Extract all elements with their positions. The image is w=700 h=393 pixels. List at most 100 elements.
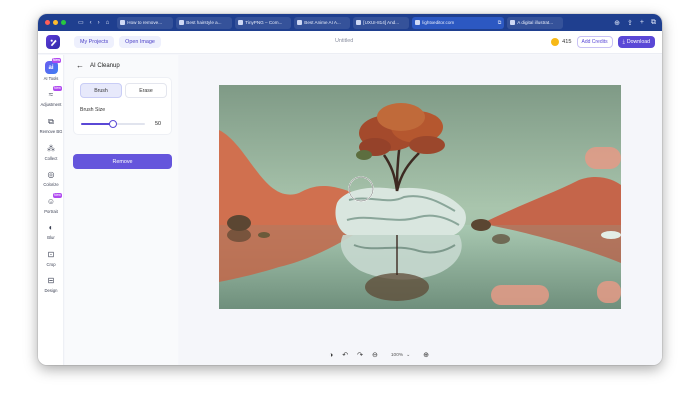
rail-item-design[interactable]: ⊟ Design [38, 275, 64, 293]
brush-tab[interactable]: Brush [80, 83, 122, 98]
portrait-icon: ☺ New [46, 193, 63, 206]
zoom-out-icon[interactable]: ⊖ [372, 351, 378, 359]
new-badge: New [52, 193, 63, 198]
minimize-window-button[interactable] [53, 20, 58, 25]
adjustment-icon: ≈ New [48, 86, 63, 99]
close-window-button[interactable] [45, 20, 50, 25]
maximize-window-button[interactable] [61, 20, 66, 25]
back-arrow-icon[interactable]: ← [76, 61, 84, 70]
browser-tab[interactable]: How to remove... [117, 16, 174, 29]
browser-tab[interactable]: [UXUI-814] And... [353, 16, 410, 29]
rail-item-label: Crop [46, 262, 56, 267]
brush-settings-card: Brush Erase Brush Size 50 [73, 77, 172, 135]
credits-value: 415 [562, 39, 572, 45]
browser-tab[interactable]: A digital illustrat... [507, 16, 564, 29]
rail-item-colorize[interactable]: ◎ Colorize [38, 169, 64, 187]
edited-image[interactable] [219, 85, 621, 309]
rail-item-remove-bg[interactable]: ⧉ Remove BG [38, 116, 64, 135]
new-badge: New [52, 86, 63, 91]
colorize-icon: ◎ [47, 170, 55, 179]
compare-icon[interactable]: ◑ [329, 352, 333, 359]
brush-mode-toggle: Brush Erase [80, 83, 167, 98]
app-logo[interactable] [46, 35, 60, 49]
erase-tab[interactable]: Erase [125, 83, 167, 98]
zoom-select[interactable]: 100% ⌄ [387, 353, 414, 358]
rail-item-collect[interactable]: ⁂ Collect [38, 143, 64, 161]
collect-icon: ⁂ [47, 144, 55, 153]
rail-item-label: Design [44, 288, 58, 293]
tab-overview-icon[interactable]: ⧉ [651, 19, 656, 27]
browser-tab[interactable]: Best Anime AI A... [294, 16, 351, 29]
back-icon[interactable]: ‹ [90, 20, 92, 26]
tab-title: How to remove... [127, 20, 163, 25]
new-tab-icon[interactable]: + [640, 19, 644, 27]
app-window: ▭ ‹ › ⌂ How to remove... Best hairstyle … [38, 14, 662, 365]
tab-title: lightxeditor.com [422, 20, 455, 25]
tab-favicon-icon [179, 20, 185, 25]
chevron-down-icon: ⌄ [406, 352, 411, 358]
redo-icon[interactable]: ↷ [357, 351, 363, 359]
tab-favicon-icon [510, 20, 516, 25]
rail-item-label: Colorize [43, 182, 59, 187]
forward-icon[interactable]: › [98, 20, 100, 26]
open-image-button[interactable]: Open Image [119, 36, 161, 48]
tool-rail: ai New AI Tools ≈ New Adjustment ⧉ Remove … [38, 55, 64, 365]
rail-item-portrait[interactable]: ☺ New Portrait [38, 193, 64, 214]
rail-item-label: Portrait [44, 209, 58, 214]
share-page-icon[interactable]: ⇪ [627, 19, 633, 27]
browser-tab-active[interactable]: lightxeditor.com ⧉ [412, 16, 505, 29]
rail-item-blur[interactable]: ◐ Blur [38, 222, 64, 240]
tab-favicon-icon [356, 20, 362, 25]
my-projects-button[interactable]: My Projects [74, 36, 115, 48]
download-label: Download [626, 39, 650, 45]
ai-tools-icon: ai New [44, 58, 62, 74]
rail-item-label: Adjustment [40, 102, 62, 107]
add-credits-button[interactable]: Add Credits [576, 36, 613, 48]
brush-size-slider[interactable] [81, 120, 145, 128]
remove-button[interactable]: Remove [73, 154, 172, 169]
undo-icon[interactable]: ↶ [342, 351, 348, 359]
rail-item-crop[interactable]: ⊡ Crop [38, 249, 64, 267]
tab-title: [UXUI-814] And... [363, 20, 400, 25]
browser-tab[interactable]: Best hairstyle a... [176, 16, 233, 29]
crop-icon: ⊡ [47, 250, 55, 259]
extensions-icon[interactable]: ⊕ [614, 19, 620, 27]
design-icon: ⊟ [47, 276, 55, 285]
coin-icon [551, 38, 560, 46]
download-icon: ⤓ [622, 38, 625, 45]
sidebar-toggle-icon[interactable]: ▭ [78, 19, 84, 26]
zoom-in-icon[interactable]: ⊕ [423, 351, 429, 359]
logo-icon [50, 39, 57, 46]
canvas-toolbar: ◑ ↶ ↷ ⊖ 100% ⌄ ⊕ [329, 351, 429, 360]
share-icon[interactable]: ⧉ [498, 20, 502, 26]
credits-counter: 415 [551, 38, 572, 46]
tab-title: Best hairstyle a... [186, 20, 222, 25]
remove-bg-icon: ⧉ [48, 116, 54, 126]
panel-header: ← AI Cleanup [76, 61, 120, 70]
rail-item-label: AI Tools [43, 76, 59, 81]
app-header: My Projects Open Image Untitled 415 Add … [38, 31, 662, 54]
slider-thumb[interactable] [109, 120, 117, 128]
browser-tab[interactable]: TinyPNG – Com... [235, 16, 292, 29]
ai-cleanup-panel: ← AI Cleanup Brush Erase Brush Size 50 R… [65, 55, 178, 365]
window-controls [45, 20, 66, 25]
rail-item-ai-tools[interactable]: ai New AI Tools [38, 58, 64, 81]
new-badge: New [51, 58, 62, 63]
home-icon[interactable]: ⌂ [106, 20, 110, 26]
browser-tabs: How to remove... Best hairstyle a... Tin… [117, 16, 564, 29]
canvas-area: ◑ ↶ ↷ ⊖ 100% ⌄ ⊕ [179, 55, 662, 365]
document-title[interactable]: Untitled [335, 38, 353, 44]
rail-item-label: Blur [47, 235, 55, 240]
artwork-illustration [219, 85, 621, 309]
tab-title: TinyPNG – Com... [245, 20, 283, 25]
download-button[interactable]: ⤓ Download [617, 36, 655, 48]
rail-item-adjustment[interactable]: ≈ New Adjustment [38, 86, 64, 107]
zoom-value: 100% [390, 352, 404, 358]
tab-favicon-icon [297, 20, 303, 25]
tab-favicon-icon [415, 20, 421, 25]
panel-title: AI Cleanup [90, 62, 120, 69]
rail-item-label: Remove BG [39, 129, 63, 134]
blur-icon: ◐ [48, 223, 54, 232]
brush-size-value[interactable]: 50 [150, 118, 166, 129]
rail-item-label: Collect [44, 156, 58, 161]
